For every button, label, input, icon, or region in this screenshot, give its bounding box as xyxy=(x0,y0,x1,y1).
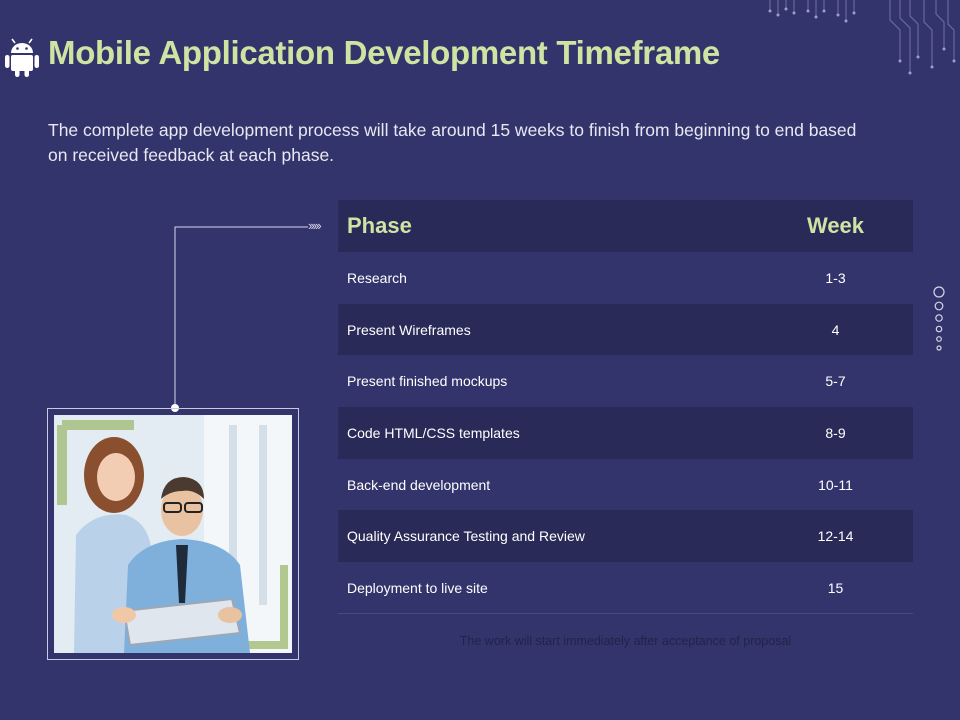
phase-cell: Present finished mockups xyxy=(338,355,758,408)
title-row: Mobile Application Development Timeframe xyxy=(0,30,760,82)
phase-cell: Research xyxy=(338,252,758,304)
phase-cell: Back-end development xyxy=(338,458,758,511)
timeframe-table: Phase Week Research 1-3 Present Wirefram… xyxy=(338,200,913,615)
table-row: Quality Assurance Testing and Review 12-… xyxy=(338,510,913,563)
footnote: The work will start immediately after ac… xyxy=(459,634,792,648)
team-photo-illustration xyxy=(54,415,292,653)
week-cell: 5-7 xyxy=(758,355,913,408)
table-row: Code HTML/CSS templates 8-9 xyxy=(338,407,913,459)
column-header-week: Week xyxy=(758,200,913,252)
week-cell: 10-11 xyxy=(758,458,913,511)
circuit-decoration xyxy=(768,0,956,75)
week-cell: 4 xyxy=(758,303,913,356)
table-row: Present Wireframes 4 xyxy=(338,303,913,356)
week-cell: 12-14 xyxy=(758,510,913,563)
page-title: Mobile Application Development Timeframe xyxy=(48,34,720,71)
phase-cell: Present Wireframes xyxy=(338,303,758,356)
table-row: Present finished mockups 5-7 xyxy=(338,355,913,408)
table-header-row: Phase Week xyxy=(338,200,913,252)
week-cell: 15 xyxy=(758,562,913,615)
phase-cell: Code HTML/CSS templates xyxy=(338,407,758,459)
table-row: Deployment to live site 15 xyxy=(338,562,913,615)
table-row: Research 1-3 xyxy=(338,252,913,304)
team-photo xyxy=(54,415,292,653)
week-cell: 8-9 xyxy=(758,407,913,459)
description-text: The complete app development process wil… xyxy=(48,120,857,165)
photo-frame xyxy=(47,408,299,660)
pagination-dots xyxy=(933,286,945,351)
phase-cell: Deployment to live site xyxy=(338,562,758,615)
week-cell: 1-3 xyxy=(758,252,913,304)
table-row: Back-end development 10-11 xyxy=(338,458,913,511)
android-icon xyxy=(5,38,39,77)
arrow-chevrons: ››››› xyxy=(308,218,322,233)
column-header-phase: Phase xyxy=(338,200,758,252)
phase-cell: Quality Assurance Testing and Review xyxy=(338,510,758,563)
